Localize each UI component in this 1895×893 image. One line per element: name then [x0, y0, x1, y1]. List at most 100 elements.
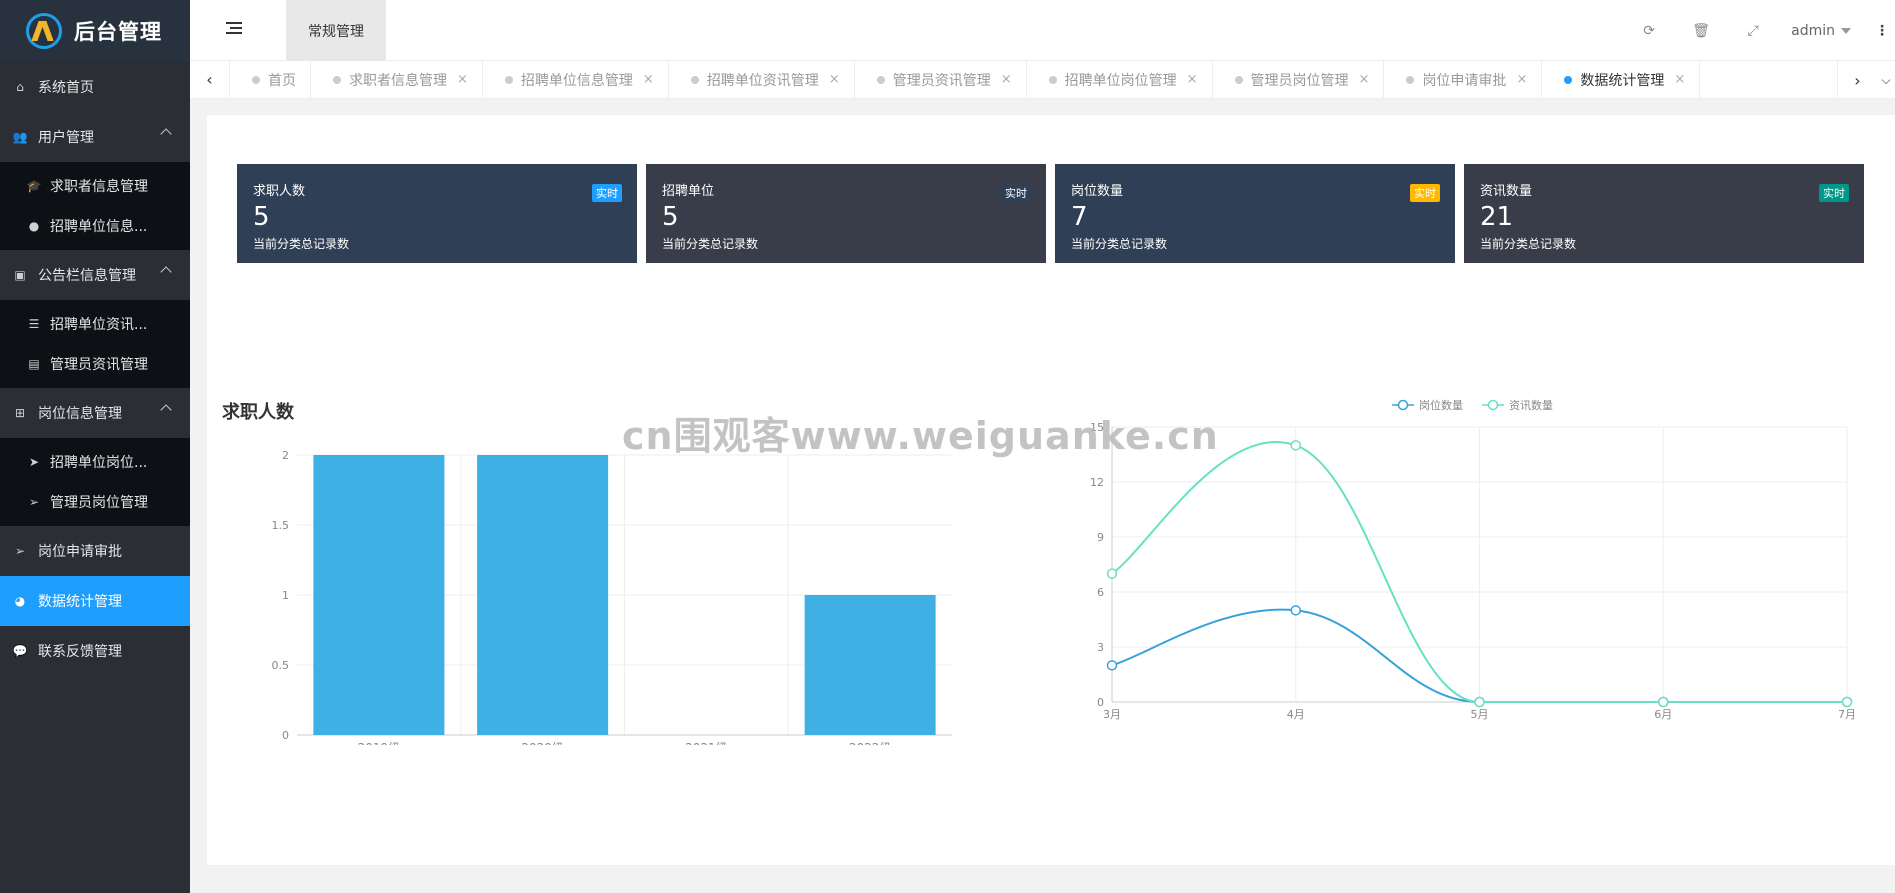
tabs: 首页 求职者信息管理 × 招聘单位信息管理 × 招聘单位资讯管理 × 管理员资讯管理 ×…: [230, 60, 1701, 99]
stat-card-news: 资讯数量 21 当前分类总记录数 实时: [1464, 164, 1864, 263]
sidebar-item-label: 管理员资讯管理: [50, 357, 148, 373]
y-tick-label: 12: [1090, 476, 1104, 489]
chevron-left-icon[interactable]: ‹: [190, 60, 230, 99]
tab-applications[interactable]: 岗位申请审批 ×: [1384, 60, 1543, 99]
refresh-icon[interactable]: ⟳: [1623, 23, 1675, 39]
sidebar-item-admin-jobs[interactable]: ➢ 管理员岗位管理: [0, 482, 190, 522]
pie-chart-icon: ◕: [14, 594, 26, 608]
sidebar-item-label: 岗位信息管理: [38, 406, 122, 422]
close-icon[interactable]: ×: [643, 72, 654, 87]
sidebar-item-bulletin[interactable]: ▣ 公告栏信息管理: [0, 250, 190, 300]
fullscreen-icon[interactable]: ⤢: [1727, 23, 1779, 39]
tab-employers[interactable]: 招聘单位信息管理 ×: [483, 60, 669, 99]
tab-label: 管理员资讯管理: [892, 72, 991, 89]
close-icon[interactable]: ×: [1001, 72, 1012, 87]
logo[interactable]: 后台管理: [0, 0, 190, 62]
legend-label: 岗位数量: [1419, 398, 1463, 412]
logo-icon: [26, 13, 62, 49]
tab-dot: [1234, 75, 1243, 84]
x-tick-label: 2019级: [358, 741, 401, 745]
legend-item: 资讯数量: [1482, 399, 1553, 412]
more-icon[interactable]: ⋮: [1875, 23, 1889, 39]
tab-dot: [876, 75, 885, 84]
card-value: 21: [1480, 202, 1514, 232]
realtime-badge: 实时: [1819, 184, 1849, 202]
tab-employer-news[interactable]: 招聘单位资讯管理 ×: [669, 60, 855, 99]
chevron-up-icon: [160, 266, 172, 278]
close-icon[interactable]: ×: [1187, 72, 1198, 87]
tab-label: 求职者信息管理: [349, 72, 447, 89]
tab-dot: [1564, 75, 1573, 84]
sidebar-item-employer-jobs[interactable]: ➤ 招聘单位岗位...: [0, 442, 190, 482]
bar-chart: 0 0.5 1 1.5 2 2019级 2020级 2021级 2022级: [272, 449, 952, 745]
data-point: [1290, 605, 1301, 616]
sidebar-item-label: 招聘单位资讯...: [50, 317, 148, 333]
sidebar-item-admin-news[interactable]: ▤ 管理员资讯管理: [0, 344, 190, 384]
close-icon[interactable]: ×: [1516, 72, 1527, 87]
app-title: 后台管理: [74, 20, 162, 44]
realtime-badge: 实时: [1410, 184, 1440, 202]
calendar-icon: ▣: [14, 268, 26, 282]
card-desc: 当前分类总记录数: [1071, 237, 1168, 251]
sidebar-item-employer-news[interactable]: ☰ 招聘单位资讯...: [0, 304, 190, 344]
tab-admin-jobs[interactable]: 管理员岗位管理 ×: [1213, 60, 1385, 99]
tab-statistics[interactable]: 数据统计管理 ×: [1542, 60, 1701, 99]
card-value: 5: [662, 202, 679, 232]
bar-chart-title: 求职人数: [222, 402, 294, 423]
data-point: [1106, 568, 1118, 579]
close-icon[interactable]: ×: [829, 72, 840, 87]
realtime-badge: 实时: [1001, 184, 1031, 202]
sidebar-item-home[interactable]: ⌂ 系统首页: [0, 62, 190, 112]
chevron-up-icon: [160, 128, 172, 140]
card-desc: 当前分类总记录数: [662, 237, 759, 251]
tab-home[interactable]: 首页: [230, 60, 311, 99]
x-tick-label: 4月: [1287, 708, 1305, 721]
sidebar-item-users[interactable]: 👥 用户管理: [0, 112, 190, 162]
sidebar-item-label: 系统首页: [38, 80, 94, 96]
y-tick-label: 9: [1097, 531, 1104, 544]
newspaper-icon: ▤: [28, 357, 40, 371]
y-tick-label: 0.5: [272, 659, 290, 672]
top-tab-general[interactable]: 常规管理: [286, 0, 386, 61]
sidebar-item-feedback[interactable]: 💬 联系反馈管理: [0, 626, 190, 676]
trash-icon[interactable]: 🗑: [1675, 23, 1727, 39]
stat-cards: 求职人数 5 当前分类总记录数 实时 招聘单位 5 当前分类总记录数 实时 岗位…: [237, 164, 1864, 263]
sidebar-item-jobseekers[interactable]: 🎓 求职者信息管理: [0, 166, 190, 206]
sidebar-nav: ⌂ 系统首页 👥 用户管理 🎓 求职者信息管理 ● 招聘单位信息... ▣ 公告…: [0, 62, 190, 676]
bar: [313, 455, 445, 735]
sitemap-icon: ⊞: [14, 406, 26, 420]
sidebar-item-label: 求职者信息管理: [50, 179, 148, 195]
subnav-jobs: ➤ 招聘单位岗位... ➢ 管理员岗位管理: [0, 438, 190, 526]
y-tick-label: 1: [282, 589, 289, 602]
comments-icon: 💬: [12, 644, 28, 658]
sidebar-item-employers[interactable]: ● 招聘单位信息...: [0, 206, 190, 246]
users-icon: 👥: [12, 130, 28, 144]
tab-dot: [1048, 75, 1057, 84]
paper-plane-icon: ➤: [28, 455, 40, 469]
sidebar-item-applications[interactable]: ➢ 岗位申请审批: [0, 526, 190, 576]
sidebar-item-statistics[interactable]: ◕ 数据统计管理: [0, 576, 190, 626]
chevron-down-icon[interactable]: ⌵: [1877, 61, 1895, 99]
graduation-cap-icon: 🎓: [26, 179, 42, 193]
caret-down-icon: [1841, 27, 1851, 34]
card-label: 求职人数: [253, 184, 306, 199]
content-panel: 求职人数 5 当前分类总记录数 实时 招聘单位 5 当前分类总记录数 实时 岗位…: [207, 115, 1895, 865]
subnav-users: 🎓 求职者信息管理 ● 招聘单位信息...: [0, 162, 190, 250]
y-tick-label: 2: [282, 449, 289, 462]
tab-jobseekers[interactable]: 求职者信息管理 ×: [311, 60, 483, 99]
tab-label: 数据统计管理: [1580, 72, 1665, 89]
user-menu[interactable]: admin: [1791, 23, 1851, 39]
tab-label: 管理员岗位管理: [1250, 72, 1349, 89]
close-icon[interactable]: ×: [457, 72, 468, 87]
tab-label: 首页: [268, 72, 296, 89]
chevron-right-icon[interactable]: ›: [1837, 61, 1877, 99]
close-icon[interactable]: ×: [1674, 72, 1685, 87]
sidebar-item-label: 公告栏信息管理: [38, 268, 136, 284]
sidebar-item-jobs[interactable]: ⊞ 岗位信息管理: [0, 388, 190, 438]
tab-employer-jobs[interactable]: 招聘单位岗位管理 ×: [1027, 60, 1213, 99]
tab-admin-news[interactable]: 管理员资讯管理 ×: [855, 60, 1027, 99]
close-icon[interactable]: ×: [1359, 72, 1370, 87]
sidebar-item-label: 招聘单位信息...: [50, 219, 148, 235]
paper-plane-outline-icon: ➢: [28, 495, 40, 509]
menu-toggle-icon[interactable]: [226, 22, 242, 36]
